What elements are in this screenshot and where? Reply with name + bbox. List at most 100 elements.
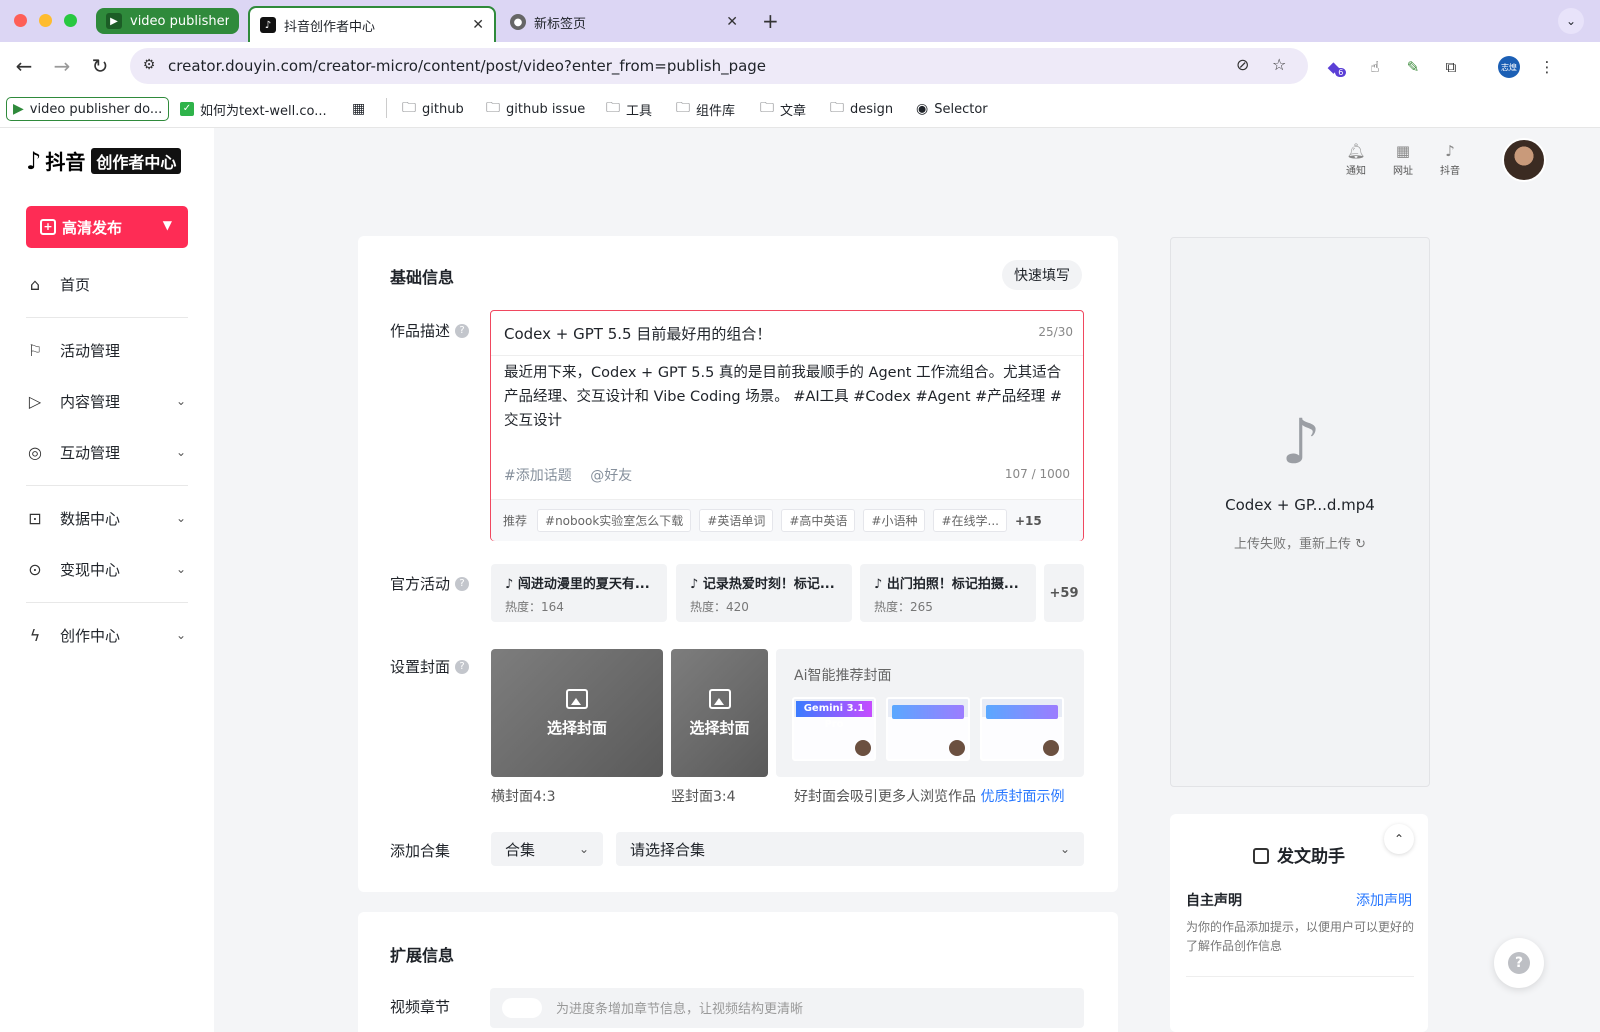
activity-card[interactable]: ♪ 闯进动漫里的夏天有... 热度：164 [491, 564, 667, 622]
choose-cover-label: 选择封面 [546, 718, 607, 737]
apps-grid-icon[interactable]: ▦ [352, 97, 371, 121]
sidebar-item-content[interactable]: ▷ 内容管理 ⌄ [26, 385, 190, 417]
close-window-button[interactable] [14, 14, 27, 27]
tab-video-publisher[interactable]: ▶ video publisher d [96, 8, 239, 34]
douyin-creator-logo[interactable]: ♪ 抖音 创作者中心 [26, 146, 182, 175]
sidebar-item-label: 内容管理 [60, 392, 121, 411]
field-label: 视频章节 [390, 998, 451, 1016]
topic-tag[interactable]: #高中英语 [781, 509, 856, 532]
chapter-placeholder: 为进度条增加章节信息，让视频结构更清晰 [556, 1002, 804, 1017]
folder-icon: 🗀 [606, 100, 620, 116]
ai-cover-thumbnail[interactable] [980, 697, 1064, 761]
quality-cover-examples-link[interactable]: 优质封面示例 [980, 789, 1064, 805]
browser-menu-icon[interactable]: ⋮ [1536, 56, 1558, 78]
header-douyin[interactable]: ♪ 抖音 [1430, 142, 1470, 178]
activity-card[interactable]: ♪ 出门拍照！标记拍摄... 热度：265 [860, 564, 1036, 622]
tab-new-tab[interactable]: ● 新标签页 ✕ [500, 6, 748, 38]
sidebar-item-monetization[interactable]: ⊙ 变现中心 ⌄ [26, 553, 190, 585]
description-editor[interactable]: Codex + GPT 5.5 目前最好用的组合！ 25/30 最近用下来，Co… [490, 310, 1084, 541]
chevron-down-icon[interactable]: ▼ [163, 218, 172, 232]
close-tab-icon[interactable]: ✕ [726, 14, 738, 30]
collection-select[interactable]: 请选择合集 ⌄ [616, 832, 1084, 866]
bookmark-folder-github[interactable]: 🗀 github [402, 97, 464, 121]
bookmark-video-publisher[interactable]: ▶ video publisher do... [6, 97, 170, 121]
field-label: 官方活动 [390, 575, 451, 593]
bookmark-folder-github-issue[interactable]: 🗀 github issue [486, 97, 585, 121]
site-settings-icon[interactable]: ⚙ [140, 57, 158, 75]
flag-icon: ⚐ [27, 340, 43, 360]
title-input[interactable]: Codex + GPT 5.5 目前最好用的组合！ [504, 323, 771, 344]
bookmark-folder-articles[interactable]: 🗀 文章 [760, 97, 806, 121]
chapter-toggle-row[interactable]: 为进度条增加章节信息，让视频结构更清晰 [490, 988, 1084, 1028]
activity-heat: 热度：420 [690, 600, 749, 614]
topic-tag[interactable]: #nobook实验室怎么下载 [537, 509, 692, 532]
help-circle-icon[interactable]: ? [455, 576, 470, 591]
bookmark-text-well[interactable]: ✓ 如何为text-well.co... [180, 97, 327, 121]
reload-icon[interactable]: ↻ [88, 54, 112, 78]
url-omnibox[interactable]: ⚙ creator.douyin.com/creator-micro/conte… [130, 48, 1308, 84]
folder-icon: 🗀 [402, 100, 416, 116]
checklist-icon [1253, 848, 1269, 864]
more-activities-button[interactable]: +59 [1044, 564, 1084, 622]
tab-douyin-creator[interactable]: ♪ 抖音创作者中心 ✕ [248, 6, 496, 42]
upload-status[interactable]: 上传失败，重新上传 ↻ [1171, 533, 1429, 552]
tab-search-chevron-icon[interactable]: ⌄ [1558, 8, 1584, 34]
back-arrow-icon[interactable]: ← [12, 54, 36, 78]
bookmark-folder-design[interactable]: 🗀 design [830, 97, 893, 121]
minimize-window-button[interactable] [39, 14, 52, 27]
sidebar-item-interaction[interactable]: ◎ 互动管理 ⌄ [26, 436, 190, 468]
horizontal-cover-picker[interactable]: 选择封面 [491, 649, 663, 777]
bookmark-star-icon[interactable]: ☆ [1272, 55, 1286, 74]
add-declaration-link[interactable]: 添加声明 [1356, 890, 1412, 910]
ai-cover-thumbnail[interactable] [886, 697, 970, 761]
bookmark-folder-components[interactable]: 🗀 组件库 [676, 97, 735, 121]
tracking-blocked-icon[interactable]: ⊘ [1236, 55, 1249, 74]
activity-card[interactable]: ♪ 记录热爱时刻！标记... 热度：420 [676, 564, 852, 622]
help-circle-icon[interactable]: ? [455, 659, 470, 674]
body-textarea[interactable]: 最近用下来，Codex + GPT 5.5 真的是目前我最顺手的 Agent 工… [504, 361, 1070, 433]
mention-friend-button[interactable]: @好友 [590, 468, 632, 484]
header-sites[interactable]: ▦ 网址 [1383, 142, 1423, 178]
topic-tag[interactable]: #小语种 [863, 509, 926, 532]
extension-badge-icon[interactable]: ◆ 6 [1326, 56, 1348, 78]
sidebar-item-creation[interactable]: ϟ 创作中心 ⌄ [26, 619, 190, 651]
eyedropper-extension-icon[interactable]: ✎ [1402, 56, 1424, 78]
quick-fill-button[interactable]: 快速填写 [1002, 260, 1082, 290]
sidebar-divider [26, 485, 188, 486]
header-notifications[interactable]: 🔔︎ 通知 [1336, 142, 1376, 178]
bookmark-label: 工具 [626, 103, 653, 119]
clapper-icon: ▶ [13, 101, 24, 117]
bookmark-selector[interactable]: ◉ Selector [916, 97, 988, 121]
user-avatar[interactable] [1502, 138, 1546, 182]
ai-cover-thumbnail[interactable]: Gemini 3.1 Pro [792, 697, 876, 761]
tab-label: video publisher d [130, 13, 229, 29]
topic-tag[interactable]: #英语单词 [699, 509, 774, 532]
bookmark-label: design [850, 101, 894, 117]
sidebar-item-home[interactable]: ⌂ 首页 [26, 268, 190, 300]
help-circle-icon[interactable]: ? [455, 323, 470, 338]
puzzle-extensions-icon[interactable]: ⧉ [1440, 56, 1462, 78]
collection-type-select[interactable]: 合集 ⌄ [491, 832, 603, 866]
more-topics-button[interactable]: +15 [1015, 514, 1042, 528]
sidebar-item-activities[interactable]: ⚐ 活动管理 [26, 334, 190, 366]
chapter-toggle-switch[interactable] [502, 998, 542, 1018]
maximize-window-button[interactable] [64, 14, 77, 27]
cover-label: 设置封面 ? [390, 656, 470, 677]
hd-publish-button[interactable]: + 高清发布 ▼ [26, 206, 188, 248]
bookmark-folder-tools[interactable]: 🗀 工具 [606, 97, 652, 121]
profile-avatar[interactable]: 志煌 [1498, 56, 1520, 78]
new-tab-button[interactable]: + [762, 9, 779, 33]
bookmark-label: video publisher do... [29, 101, 163, 117]
pointer-extension-icon[interactable]: ☝ [1364, 56, 1386, 78]
sidebar-item-data-center[interactable]: ⊡ 数据中心 ⌄ [26, 502, 190, 534]
vertical-cover-picker[interactable]: 选择封面 [671, 649, 768, 777]
douyin-icon: ♪ [1445, 142, 1455, 160]
declaration-title: 自主声明 [1186, 893, 1242, 909]
add-topic-button[interactable]: #添加话题 [504, 468, 572, 484]
assistant-title: 发文助手 [1170, 842, 1428, 867]
forward-arrow-icon[interactable]: → [50, 54, 74, 78]
help-button[interactable]: ? [1494, 938, 1544, 988]
topic-tag[interactable]: #在线学... [933, 509, 1007, 532]
bookmark-label: 如何为text-well.co... [200, 103, 327, 119]
close-tab-icon[interactable]: ✕ [472, 17, 484, 33]
